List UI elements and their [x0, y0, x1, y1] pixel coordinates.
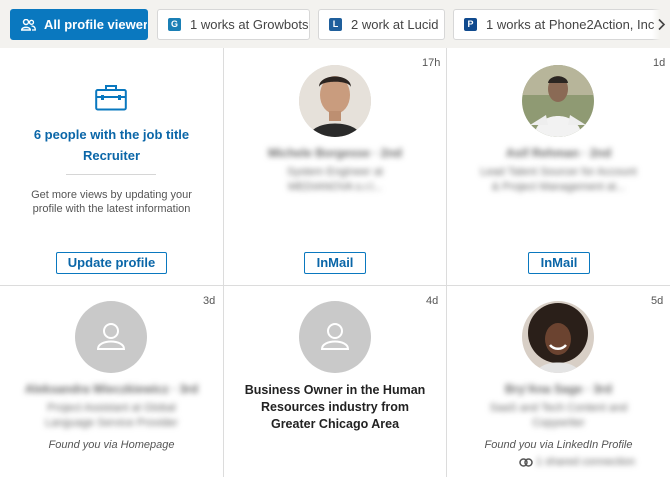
growbots-logo-icon: G — [168, 18, 181, 31]
viewer-card[interactable]: 3d Aleksandra Wieczkiewicz · 3rd Project… — [0, 286, 223, 477]
filter-bar: All profile viewers G 1 works at Growbot… — [0, 0, 670, 48]
anonymous-viewer-description: Business Owner in the Human — [244, 383, 426, 397]
job-title-insight-card: 6 people with the job title Recruiter Ge… — [0, 48, 223, 285]
viewer-headline: Copywriter — [532, 417, 585, 429]
anonymous-viewer-card: 4d Business Owner in the Human Resources… — [224, 286, 446, 477]
filter-growbots[interactable]: G 1 works at Growbots — [157, 9, 310, 40]
viewer-headline: Project Assistant at Global — [47, 402, 176, 414]
found-via: Found you via Homepage — [48, 439, 175, 451]
filter-label: 2 work at Lucid — [351, 17, 439, 32]
chevron-right-icon[interactable] — [656, 18, 666, 31]
lucid-logo-icon: L — [329, 18, 342, 31]
phone2action-logo-icon: P — [464, 18, 477, 31]
viewer-avatar[interactable] — [299, 65, 371, 137]
filter-phone2action[interactable]: P 1 works at Phone2Action, Inc — [453, 9, 670, 40]
view-time: 5d — [651, 295, 664, 307]
viewer-card[interactable]: 5d Bry'Ana Sage · 3rd SaaS and Tech Cont… — [447, 286, 670, 477]
people-icon — [21, 18, 36, 31]
viewer-card[interactable]: 17h Michele Borgesse · 2nd System Engine… — [224, 48, 446, 285]
viewer-avatar-placeholder — [75, 301, 147, 373]
viewer-headline: SaaS and Tech Content and — [489, 402, 628, 414]
viewer-name[interactable]: Bry'Ana Sage · 3rd — [447, 382, 670, 396]
person-icon — [320, 323, 350, 350]
view-time: 4d — [426, 295, 439, 307]
found-via: Found you via LinkedIn Profile — [484, 439, 633, 451]
insight-body-line: Get more views by updating your — [31, 189, 192, 201]
viewer-name[interactable]: Asif Rehman · 2nd — [447, 146, 670, 160]
update-profile-button[interactable]: Update profile — [56, 252, 167, 274]
anonymous-viewer-description: Resources industry from — [261, 400, 409, 414]
viewer-avatar[interactable] — [522, 301, 594, 373]
divider — [66, 174, 156, 175]
filter-all-viewers[interactable]: All profile viewers — [10, 9, 148, 40]
filter-label: 1 works at Growbots — [190, 17, 309, 32]
viewer-name[interactable]: Aleksandra Wieczkiewicz · 3rd — [0, 382, 223, 396]
viewer-headline: Lead Talent Sourcer for Account — [480, 166, 637, 178]
viewer-avatar[interactable] — [522, 65, 594, 137]
viewers-grid: 6 people with the job title Recruiter Ge… — [0, 48, 670, 477]
viewer-headline: Language Service Provider — [45, 417, 178, 429]
viewer-headline: System Engineer at — [287, 166, 383, 178]
view-time: 17h — [422, 57, 441, 69]
filter-label: 1 works at Phone2Action, Inc — [486, 17, 655, 32]
view-time: 3d — [203, 295, 216, 307]
inmail-button[interactable]: InMail — [304, 252, 366, 274]
anonymous-viewer-description: Greater Chicago Area — [270, 417, 400, 431]
briefcase-icon — [95, 85, 127, 111]
insight-role-link[interactable]: Recruiter — [0, 148, 223, 163]
viewer-avatar-placeholder — [299, 301, 371, 373]
viewer-headline: MEDIANOVA s.r.l... — [288, 181, 382, 193]
filter-label: All profile viewers — [44, 17, 148, 32]
viewer-card[interactable]: 1d Asif Rehman · 2nd Lead Talent Sourcer… — [447, 48, 670, 285]
viewer-name[interactable]: Michele Borgesse · 2nd — [224, 146, 446, 160]
person-icon — [96, 323, 126, 350]
view-time: 1d — [653, 57, 666, 69]
shared-connections-icon — [519, 458, 533, 467]
insight-title[interactable]: 6 people with the job title — [0, 127, 223, 142]
viewer-headline: & Project Management at... — [491, 181, 626, 193]
insight-body-line: profile with the latest information — [32, 203, 191, 215]
filter-lucid[interactable]: L 2 work at Lucid — [318, 9, 445, 40]
inmail-button[interactable]: InMail — [528, 252, 590, 274]
shared-connections-text[interactable]: 1 shared connection — [536, 456, 635, 468]
